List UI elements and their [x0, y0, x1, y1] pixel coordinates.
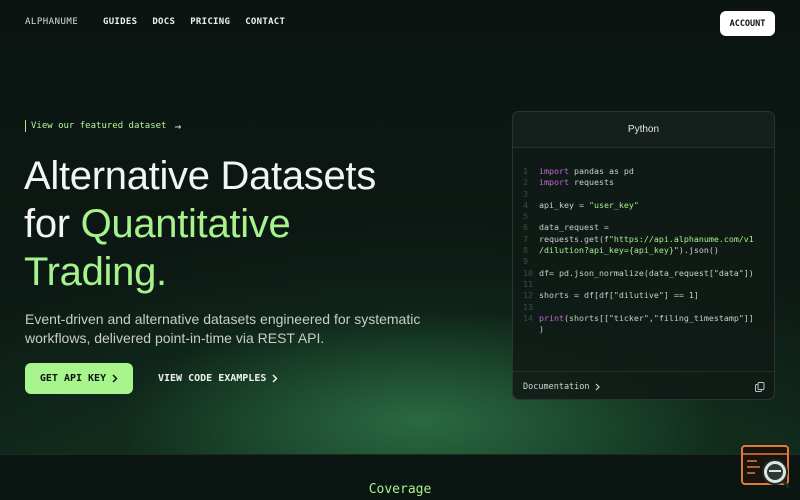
get-api-key-button[interactable]: GET API KEY: [25, 363, 133, 394]
copy-icon[interactable]: [754, 381, 766, 393]
code-text: data_request =: [539, 222, 609, 233]
featured-dataset-link[interactable]: View our featured dataset →: [25, 119, 182, 133]
line-number: 7: [523, 233, 528, 244]
top-nav: ALPHANUME GUIDES DOCS PRICING CONTACT AC…: [0, 0, 800, 46]
line-content: data_request =: [539, 222, 609, 233]
line-content: requests.get(f"https://api.alphanume.com…: [539, 234, 754, 245]
code-line: 12 shorts = df[df["dilutive"] == 1]: [513, 290, 774, 301]
chevron-right-icon: [112, 374, 118, 383]
chat-widget-icon[interactable]: [740, 444, 792, 492]
code-string: "user_key": [588, 199, 639, 210]
nav-link-contact[interactable]: CONTACT: [245, 17, 285, 27]
code-text: requests.get(f: [539, 233, 609, 244]
line-number: 13: [523, 301, 533, 312]
documentation-link[interactable]: Documentation: [523, 382, 600, 392]
code-line: 11: [513, 278, 774, 290]
code-line: 5: [513, 211, 774, 222]
code-line: ): [513, 324, 774, 335]
code-line: 3: [513, 188, 774, 200]
code-line: 9: [513, 256, 774, 267]
code-keyword: print: [539, 312, 564, 323]
code-text: ): [539, 324, 544, 335]
code-language-tab[interactable]: Python: [513, 112, 774, 148]
nav-link-guides[interactable]: GUIDES: [103, 17, 137, 27]
code-line: 6 data_request =: [513, 222, 774, 233]
line-content: df= pd.json_normalize(data_request["data…: [539, 268, 754, 279]
line-number: 14: [523, 312, 533, 323]
line-number: 5: [523, 211, 528, 222]
code-card-footer: Documentation: [513, 371, 774, 399]
code-text: requests: [568, 177, 614, 188]
code-example-card: Python 1 import pandas as pd 2 import reque…: [512, 111, 775, 400]
line-content: /dilution?api_key={api_key}").json(): [539, 245, 719, 256]
code-keyword: import: [539, 166, 569, 176]
line-content: shorts = df[df["dilutive"] == 1]: [539, 290, 699, 301]
coverage-heading: Coverage: [368, 482, 432, 497]
view-code-examples-label: VIEW CODE EXAMPLES: [158, 373, 267, 384]
page-title: Alternative Datasets for Quantitative Tr…: [24, 152, 464, 296]
line-number: 9: [523, 256, 528, 267]
code-text: api_key =: [539, 199, 589, 210]
line-number: 8: [523, 245, 528, 256]
line-content: ): [539, 324, 544, 335]
line-number: 6: [523, 222, 528, 233]
line-number: 3: [523, 188, 528, 199]
account-button[interactable]: ACCOUNT: [720, 11, 775, 36]
line-content: print(shorts[["ticker","filing_timestamp…: [539, 313, 754, 324]
nav-link-docs[interactable]: DOCS: [152, 17, 175, 27]
code-string: "https://api.alphanume.com/v1: [608, 233, 754, 244]
hero-section: ALPHANUME GUIDES DOCS PRICING CONTACT AC…: [0, 0, 800, 454]
line-number: 1: [523, 166, 528, 176]
code-text: pandas as pd: [568, 166, 634, 176]
line-number: 4: [523, 199, 528, 210]
code-line: 13: [513, 301, 774, 313]
code-line: 7 requests.get(f"https://api.alphanume.co…: [513, 233, 774, 245]
code-line: 14 print(shorts[["ticker","filing_timesta…: [513, 312, 774, 324]
headline-for: for: [24, 202, 81, 246]
code-string: /dilution?api_key={api_key}": [539, 245, 679, 256]
code-text: shorts = df[df["dilutive"] == 1]: [539, 290, 699, 301]
nav-links: GUIDES DOCS PRICING CONTACT: [103, 17, 285, 27]
code-line: 2 import requests: [513, 177, 774, 188]
code-text: (shorts[["ticker","filing_timestamp"]]: [563, 312, 754, 323]
headline-accent-quantitative: Quantitative: [80, 202, 291, 246]
line-number: [513, 324, 539, 335]
code-line: 4 api_key = "user_key": [513, 199, 774, 211]
chevron-right-icon: [595, 383, 600, 390]
line-content: import requests: [539, 177, 614, 188]
headline-accent-trading: Trading.: [24, 250, 167, 294]
logo[interactable]: ALPHANUME: [25, 17, 78, 27]
hero-subtitle: Event-driven and alternative datasets en…: [25, 311, 421, 346]
line-number: 2: [523, 177, 528, 188]
line-number: 11: [523, 278, 533, 289]
view-code-examples-button[interactable]: VIEW CODE EXAMPLES: [158, 363, 278, 394]
code-line: 1 import pandas as pd: [513, 166, 774, 177]
code-keyword: import: [539, 177, 569, 188]
chevron-right-icon: [272, 374, 278, 383]
code-text: ).json(): [678, 245, 719, 256]
headline-line1: Alternative Datasets: [24, 154, 376, 198]
code-line: 8/dilution?api_key={api_key}").json(): [513, 245, 774, 256]
documentation-label: Documentation: [523, 381, 590, 392]
code-text: df= pd.json_normalize(data_request["data…: [539, 267, 754, 278]
featured-dataset-label: View our featured dataset: [31, 121, 167, 131]
arrow-right-icon: →: [174, 119, 182, 133]
code-block[interactable]: 1 import pandas as pd 2 import requests 3 4 ap…: [513, 166, 774, 335]
nav-link-pricing[interactable]: PRICING: [190, 17, 230, 27]
get-api-key-label: GET API KEY: [39, 373, 107, 384]
line-content: api_key = "user_key": [539, 200, 639, 211]
line-number: 12: [523, 290, 533, 301]
code-line: 10 df= pd.json_normalize(data_request["da…: [513, 267, 774, 279]
line-content: import pandas as pd: [539, 166, 634, 177]
line-number: 10: [523, 267, 533, 278]
